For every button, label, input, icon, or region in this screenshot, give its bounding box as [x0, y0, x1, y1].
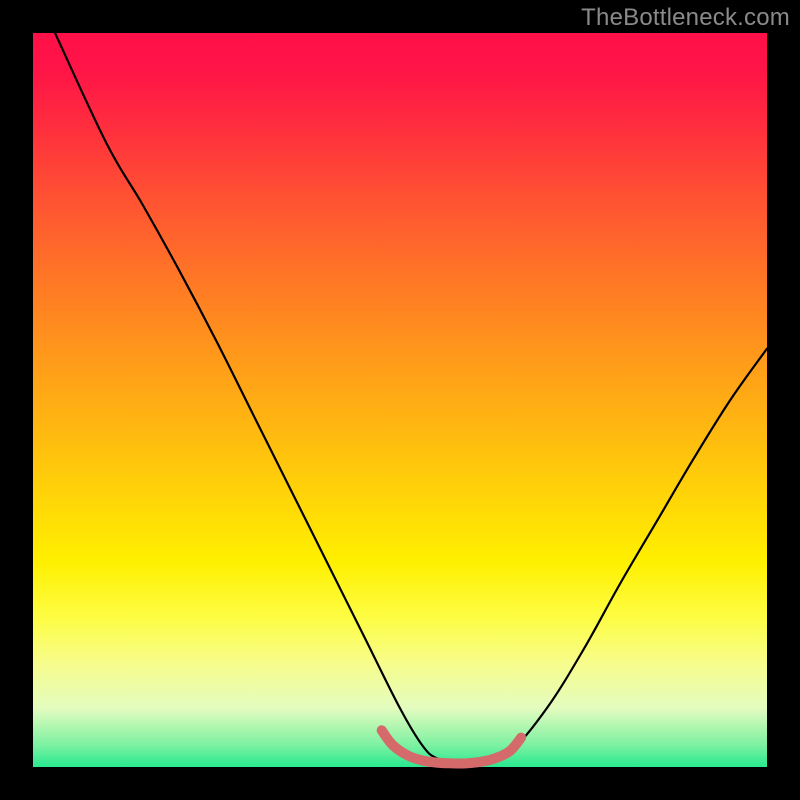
watermark-text: TheBottleneck.com [581, 4, 790, 32]
bottleneck-accent [382, 730, 521, 763]
chart-stage: TheBottleneck.com [0, 0, 800, 800]
chart-overlay [33, 33, 767, 767]
bottleneck-curve [55, 33, 767, 763]
